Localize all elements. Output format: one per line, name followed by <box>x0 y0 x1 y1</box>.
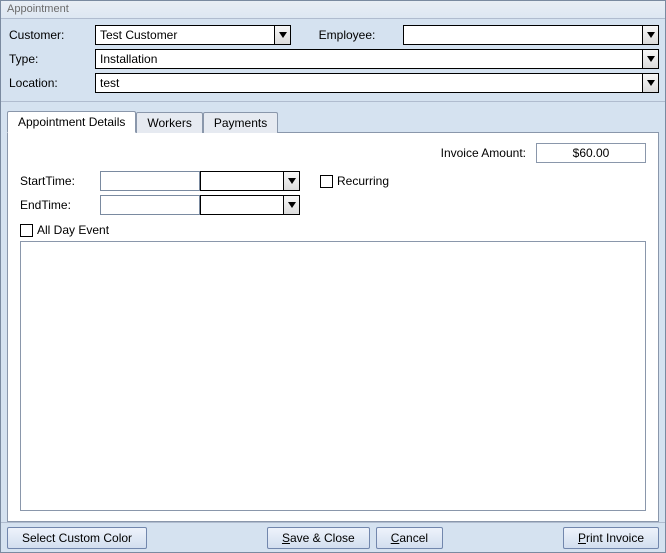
tab-body: Invoice Amount: $60.00 StartTime: Recurr… <box>7 132 659 522</box>
customer-value: Test Customer <box>96 28 274 42</box>
dropdown-icon <box>283 196 299 214</box>
footer-bar: Select Custom Color Save & Close Cancel … <box>1 522 665 552</box>
allday-checkbox[interactable]: All Day Event <box>20 223 646 237</box>
dropdown-icon <box>642 50 658 68</box>
tabstrip: Appointment Details Workers Payments <box>7 110 659 132</box>
save-close-button[interactable]: Save & Close <box>267 527 370 549</box>
allday-label: All Day Event <box>37 223 109 237</box>
dropdown-icon <box>642 74 658 92</box>
print-invoice-button[interactable]: Print Invoice <box>563 527 659 549</box>
header-panel: Customer: Test Customer Employee: Type: … <box>1 19 665 102</box>
starttime-time-combo[interactable] <box>200 171 300 191</box>
tabs-panel: Appointment Details Workers Payments Inv… <box>1 102 665 522</box>
checkbox-icon <box>20 224 33 237</box>
select-color-button[interactable]: Select Custom Color <box>7 527 147 549</box>
invoice-amount-value: $60.00 <box>536 143 646 163</box>
window-title: Appointment <box>7 3 69 15</box>
customer-combo[interactable]: Test Customer <box>95 25 291 45</box>
employee-combo[interactable] <box>403 25 659 45</box>
tab-workers[interactable]: Workers <box>136 112 202 133</box>
location-value: test <box>96 76 642 90</box>
location-label: Location: <box>7 74 95 92</box>
checkbox-icon <box>320 175 333 188</box>
starttime-label: StartTime: <box>20 174 100 188</box>
tab-payments[interactable]: Payments <box>203 112 278 133</box>
dropdown-icon <box>642 26 658 44</box>
customer-label: Customer: <box>7 26 95 44</box>
cancel-button[interactable]: Cancel <box>376 527 443 549</box>
type-label: Type: <box>7 50 95 68</box>
location-combo[interactable]: test <box>95 73 659 93</box>
appointment-window: Appointment Customer: Test Customer Empl… <box>0 0 666 553</box>
type-value: Installation <box>96 52 642 66</box>
type-combo[interactable]: Installation <box>95 49 659 69</box>
recurring-checkbox[interactable]: Recurring <box>320 174 520 188</box>
tab-details[interactable]: Appointment Details <box>7 111 136 133</box>
employee-label: Employee: <box>291 28 403 42</box>
starttime-date-input[interactable] <box>100 171 200 191</box>
endtime-label: EndTime: <box>20 198 100 212</box>
endtime-time-combo[interactable] <box>200 195 300 215</box>
endtime-date-input[interactable] <box>100 195 200 215</box>
dropdown-icon <box>274 26 290 44</box>
titlebar: Appointment <box>1 1 665 19</box>
invoice-amount-label: Invoice Amount: <box>441 146 526 160</box>
notes-textarea[interactable] <box>20 241 646 511</box>
recurring-label: Recurring <box>337 174 389 188</box>
dropdown-icon <box>283 172 299 190</box>
